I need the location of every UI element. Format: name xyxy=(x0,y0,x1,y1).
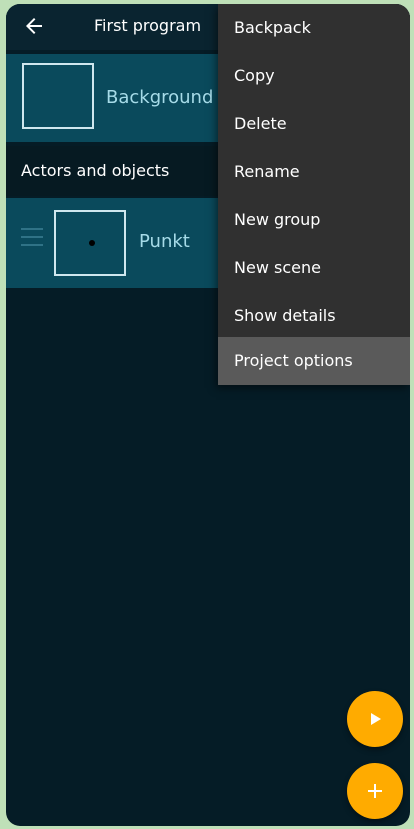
menu-item-label: Backpack xyxy=(234,18,311,37)
actor-dot xyxy=(89,240,95,246)
menu-item-show-details[interactable]: Show details xyxy=(218,292,410,340)
menu-item-copy[interactable]: Copy xyxy=(218,52,410,100)
menu-item-label: Project options xyxy=(234,351,353,370)
arrow-left-icon[interactable] xyxy=(22,14,46,38)
menu-item-label: New scene xyxy=(234,258,321,277)
menu-item-new-scene[interactable]: New scene xyxy=(218,244,410,292)
menu-item-backpack[interactable]: Backpack xyxy=(218,4,410,52)
menu-item-rename[interactable]: Rename xyxy=(218,148,410,196)
drag-handle-icon[interactable] xyxy=(21,228,43,248)
background-label: Background xyxy=(106,87,214,108)
play-button[interactable] xyxy=(347,691,403,747)
plus-icon xyxy=(368,784,382,798)
section-label: Actors and objects xyxy=(21,161,170,180)
add-button[interactable] xyxy=(347,763,403,819)
menu-item-label: Rename xyxy=(234,162,300,181)
page-title: First program xyxy=(94,16,202,35)
menu-item-new-group[interactable]: New group xyxy=(218,196,410,244)
menu-item-delete[interactable]: Delete xyxy=(218,100,410,148)
actor-label: Punkt xyxy=(139,231,190,252)
play-icon xyxy=(371,713,381,725)
menu-item-label: Delete xyxy=(234,114,287,133)
menu-item-project-options[interactable]: Project options xyxy=(218,337,410,385)
overflow-menu: Backpack Copy Delete Rename New group Ne… xyxy=(218,4,410,385)
actor-thumbnail xyxy=(54,210,126,276)
app-screen: First program Background Actors and obje… xyxy=(6,4,410,826)
menu-item-label: Copy xyxy=(234,66,275,85)
menu-item-label: Show details xyxy=(234,306,336,325)
menu-item-label: New group xyxy=(234,210,321,229)
background-thumbnail xyxy=(22,63,94,129)
